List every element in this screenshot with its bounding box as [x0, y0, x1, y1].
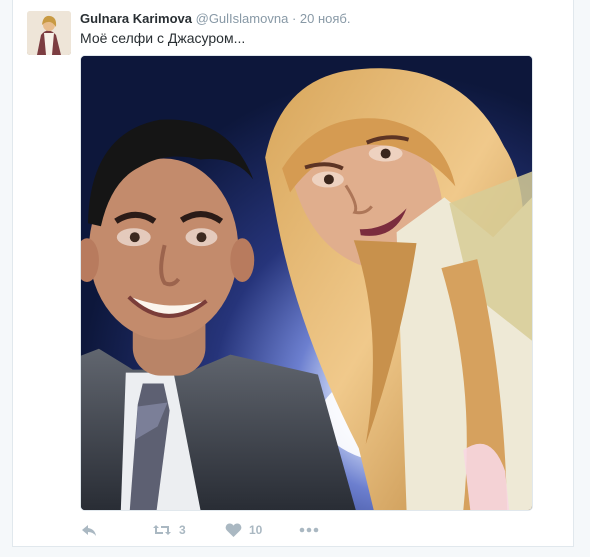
like-button[interactable]: 10 — [225, 518, 262, 542]
tweet-actions: 3 10 — [80, 518, 380, 542]
retweet-count: 3 — [179, 523, 186, 537]
heart-icon — [225, 523, 242, 537]
more-button[interactable] — [299, 518, 319, 542]
reply-button[interactable] — [80, 518, 98, 542]
more-icon — [299, 527, 319, 533]
retweet-icon — [153, 525, 171, 535]
like-count: 10 — [249, 523, 263, 537]
tweet-photo[interactable] — [80, 55, 533, 511]
header-separator: · — [291, 11, 297, 26]
author-fullname[interactable]: Gulnara Karimova — [80, 11, 192, 26]
twitter-timeline-page: Gulnara Karimova @GulIslamovna · 20 нояб… — [0, 0, 590, 557]
tweet-timestamp[interactable]: 20 нояб. — [300, 11, 351, 26]
author-username[interactable]: @GulIslamovna — [196, 11, 289, 26]
retweet-button[interactable]: 3 — [152, 518, 186, 542]
selfie-photo-icon — [81, 56, 532, 510]
author-avatar[interactable] — [27, 11, 71, 55]
profile-avatar-icon — [27, 11, 71, 55]
reply-icon — [82, 525, 96, 536]
tweet-text: Моё селфи с Джасуром... — [80, 30, 246, 46]
tweet-card[interactable]: Gulnara Karimova @GulIslamovna · 20 нояб… — [12, 0, 574, 547]
tweet-header: Gulnara Karimova @GulIslamovna · 20 нояб… — [80, 10, 563, 28]
